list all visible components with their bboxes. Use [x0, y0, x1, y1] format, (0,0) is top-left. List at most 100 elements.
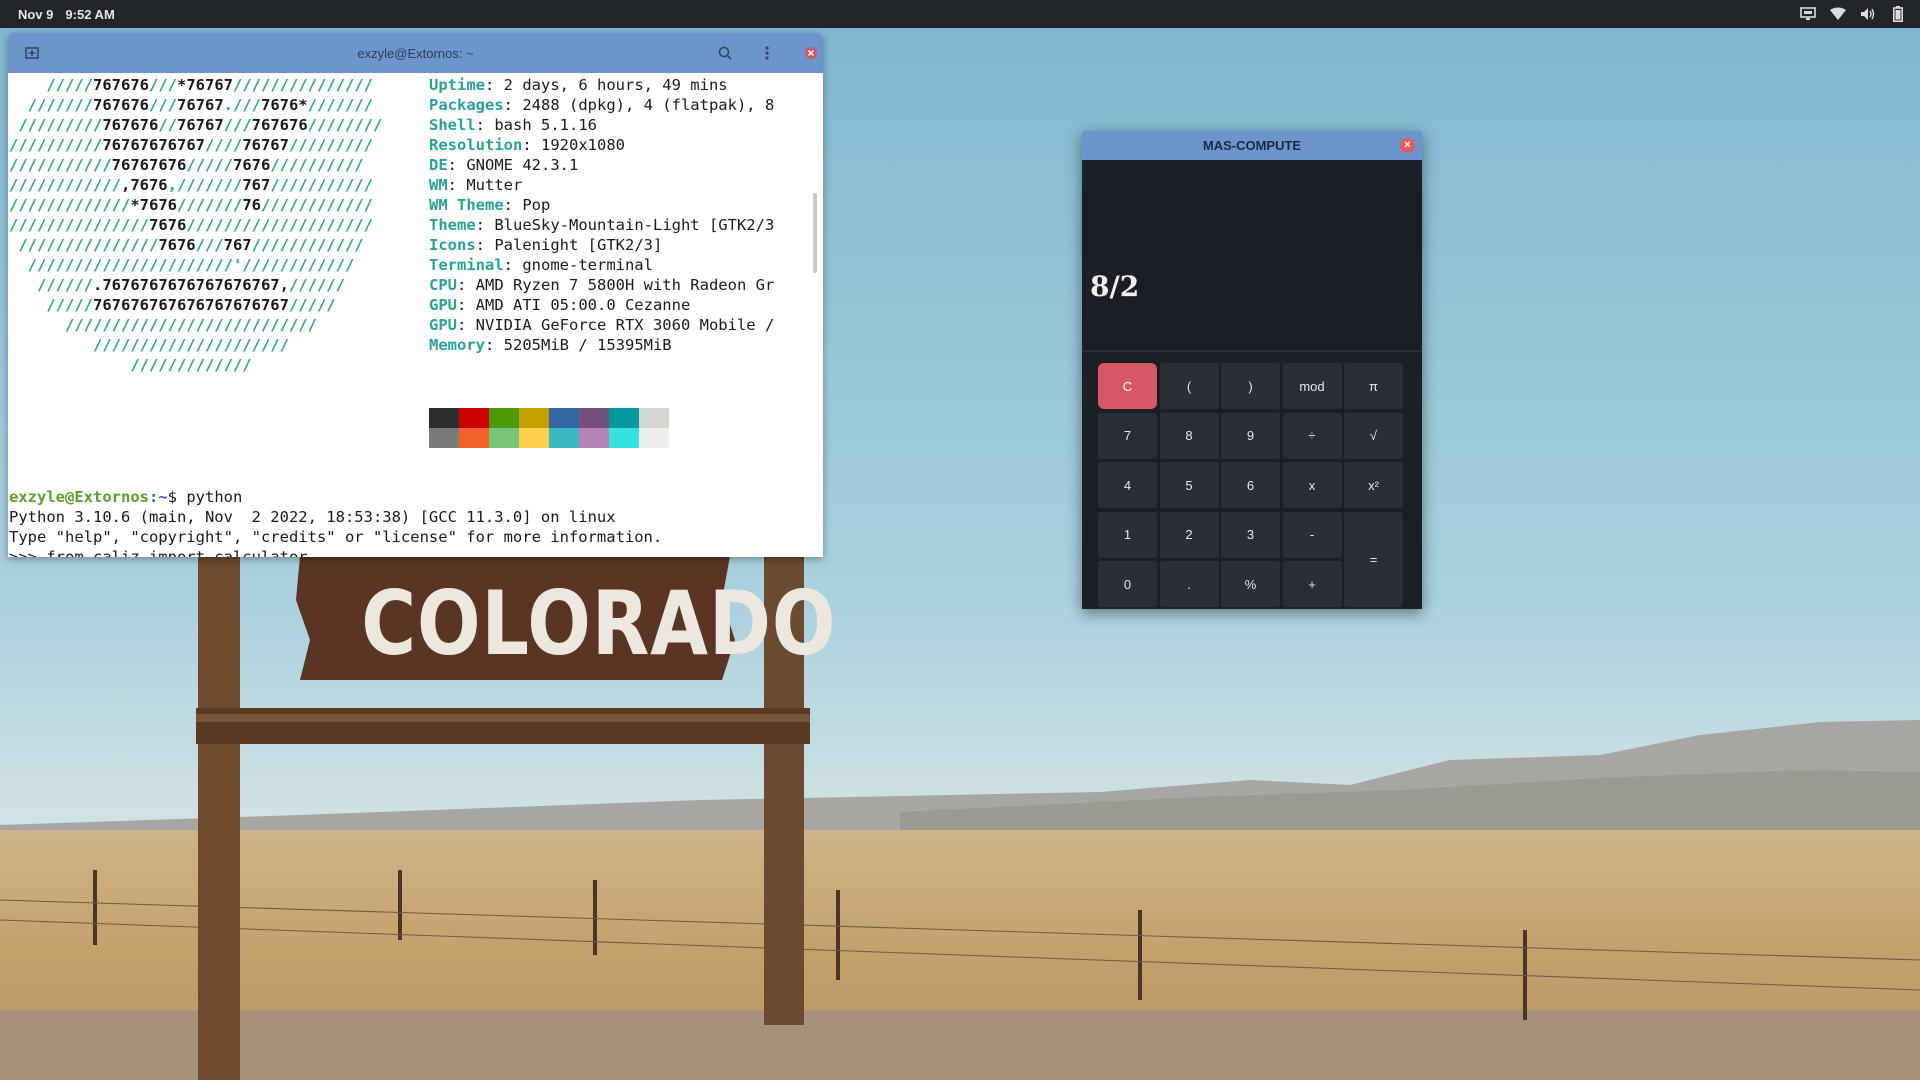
info-key: Resolution: [429, 136, 523, 154]
info-key: Icons: [429, 236, 476, 254]
sqrt-button[interactable]: √: [1344, 412, 1403, 459]
logo-segment: /////////////////////: [9, 336, 289, 354]
info-separator: :: [447, 176, 467, 194]
logo-line: /////767676767676767676767/////: [9, 295, 382, 315]
color-swatch: [459, 408, 489, 428]
info-separator: :: [475, 116, 495, 134]
square-button[interactable]: x²: [1344, 462, 1403, 508]
prompt-user: exzyle@Extornos: [9, 488, 149, 506]
calculator-header-bar[interactable]: MAS-COMPUTE ×: [1082, 131, 1422, 160]
terminal-window[interactable]: exzyle@Extornos: ~ /////767676///*76767/…: [8, 33, 823, 557]
logo-segment: ///////: [177, 196, 243, 214]
digit-0-button[interactable]: 0: [1098, 561, 1157, 607]
system-info: Uptime: 2 days, 6 hours, 49 mins Packages…: [429, 75, 774, 355]
search-button[interactable]: [710, 39, 740, 67]
logo-segment: ///////////////////////////: [9, 316, 317, 334]
logo-segment: 76: [242, 196, 261, 214]
info-separator: :: [485, 336, 504, 354]
logo-segment: ///////////: [9, 156, 112, 174]
clear-button[interactable]: C: [1098, 363, 1157, 409]
info-line: Terminal: gnome-terminal: [429, 255, 774, 275]
info-key: Memory: [429, 336, 485, 354]
digit-4-button[interactable]: 4: [1098, 462, 1157, 508]
scrollbar[interactable]: [813, 193, 817, 273]
logo-segment: /////: [288, 296, 336, 314]
logo-segment: ///: [223, 116, 252, 134]
logo-segment: ////////////: [261, 196, 373, 214]
digit-2-button[interactable]: 2: [1159, 511, 1219, 558]
info-separator: :: [503, 256, 523, 274]
digit-7-button[interactable]: 7: [1098, 412, 1157, 459]
python-banner: Python 3.10.6 (main, Nov 2 2022, 18:53:3…: [9, 508, 616, 526]
top-bar: Nov 9 9:52 AM: [0, 0, 1920, 28]
info-value: bash 5.1.16: [494, 116, 597, 134]
color-swatch: [519, 408, 549, 428]
logo-segment: /////////////: [9, 196, 131, 214]
logo-segment: 76767: [177, 116, 224, 134]
logo-segment: 767676: [102, 116, 159, 134]
info-key: DE: [429, 156, 448, 174]
clock[interactable]: Nov 9 9:52 AM: [18, 7, 115, 22]
logo-segment: .///: [223, 96, 261, 114]
shell-session: exzyle@Extornos:~$ python Python 3.10.6 …: [9, 487, 662, 557]
battery-icon[interactable]: [1890, 6, 1906, 22]
logo-segment: 767676767676767676767: [93, 296, 289, 314]
digit-6-button[interactable]: 6: [1221, 462, 1280, 508]
multiply-button[interactable]: x: [1282, 462, 1342, 508]
close-button[interactable]: [796, 39, 823, 67]
logo-segment: ///////: [9, 96, 93, 114]
info-key: Shell: [429, 116, 476, 134]
wifi-icon[interactable]: [1830, 6, 1846, 22]
plus-button[interactable]: +: [1282, 561, 1342, 607]
close-paren-button[interactable]: ): [1221, 363, 1280, 409]
logo-line: ///////767676///76767.///7676*///////: [9, 95, 382, 115]
info-line: Resolution: 1920x1080: [429, 135, 774, 155]
percent-button[interactable]: %: [1221, 561, 1280, 607]
info-line: WM Theme: Pop: [429, 195, 774, 215]
terminal-output[interactable]: /////767676///*76767/////////////// ////…: [8, 73, 823, 557]
info-separator: :: [457, 296, 476, 314]
pi-button[interactable]: π: [1344, 363, 1403, 409]
digit-8-button[interactable]: 8: [1159, 412, 1219, 459]
digit-9-button[interactable]: 9: [1221, 412, 1280, 459]
menu-button[interactable]: [752, 39, 782, 67]
info-value: 2 days, 6 hours, 49 mins: [503, 76, 728, 94]
logo-segment: 767676: [251, 116, 308, 134]
monitor-icon[interactable]: [1800, 6, 1816, 22]
minus-button[interactable]: -: [1282, 511, 1342, 558]
mod-button[interactable]: mod: [1282, 363, 1342, 409]
calculator-display: 8/2: [1082, 160, 1422, 352]
info-value: gnome-terminal: [522, 256, 653, 274]
python-import-line: >>> from caliz import calculator: [9, 548, 308, 557]
logo-segment: ///: [149, 76, 177, 94]
logo-line: /////////////*7676///////76////////////: [9, 195, 382, 215]
logo-segment: //////////: [9, 136, 103, 154]
logo-segment: ///////: [307, 96, 373, 114]
digit-1-button[interactable]: 1: [1098, 511, 1157, 558]
logo-line: /////////////////////: [9, 335, 382, 355]
digit-3-button[interactable]: 3: [1221, 511, 1280, 558]
open-paren-button[interactable]: (: [1159, 363, 1219, 409]
calculator-close-button[interactable]: ×: [1400, 138, 1415, 153]
info-line: Theme: BlueSky-Mountain-Light [GTK2/3: [429, 215, 774, 235]
info-separator: :: [485, 76, 504, 94]
decimal-button[interactable]: .: [1159, 561, 1219, 607]
logo-line: //////////76767676767////76767/////////: [9, 135, 382, 155]
volume-icon[interactable]: [1860, 6, 1876, 22]
prompt-path: :~: [148, 488, 168, 506]
info-line: GPU: AMD ATI 05:00.0 Cezanne: [429, 295, 774, 315]
calculator-title: MAS-COMPUTE: [1202, 138, 1302, 153]
divide-button[interactable]: ÷: [1282, 412, 1342, 459]
calculator-window[interactable]: MAS-COMPUTE × 8/2 C() mod π 7 8 9 ÷ √ 4 5 6 x x² 1 2 3-…: [1082, 131, 1422, 609]
info-value: Mutter: [466, 176, 523, 194]
color-swatch: [579, 428, 609, 448]
ascii-logo: /////767676///*76767/////////////// ////…: [9, 75, 382, 375]
color-swatch: [429, 428, 459, 448]
logo-segment: /////////////: [9, 356, 252, 374]
terminal-header-bar[interactable]: exzyle@Extornos: ~: [8, 33, 823, 73]
logo-segment: ///: [195, 236, 224, 254]
info-key: GPU: [429, 316, 457, 334]
equals-button[interactable]: =: [1344, 511, 1403, 607]
digit-5-button[interactable]: 5: [1159, 462, 1219, 508]
info-value: 2488 (dpkg), 4 (flatpak), 8: [522, 96, 775, 114]
